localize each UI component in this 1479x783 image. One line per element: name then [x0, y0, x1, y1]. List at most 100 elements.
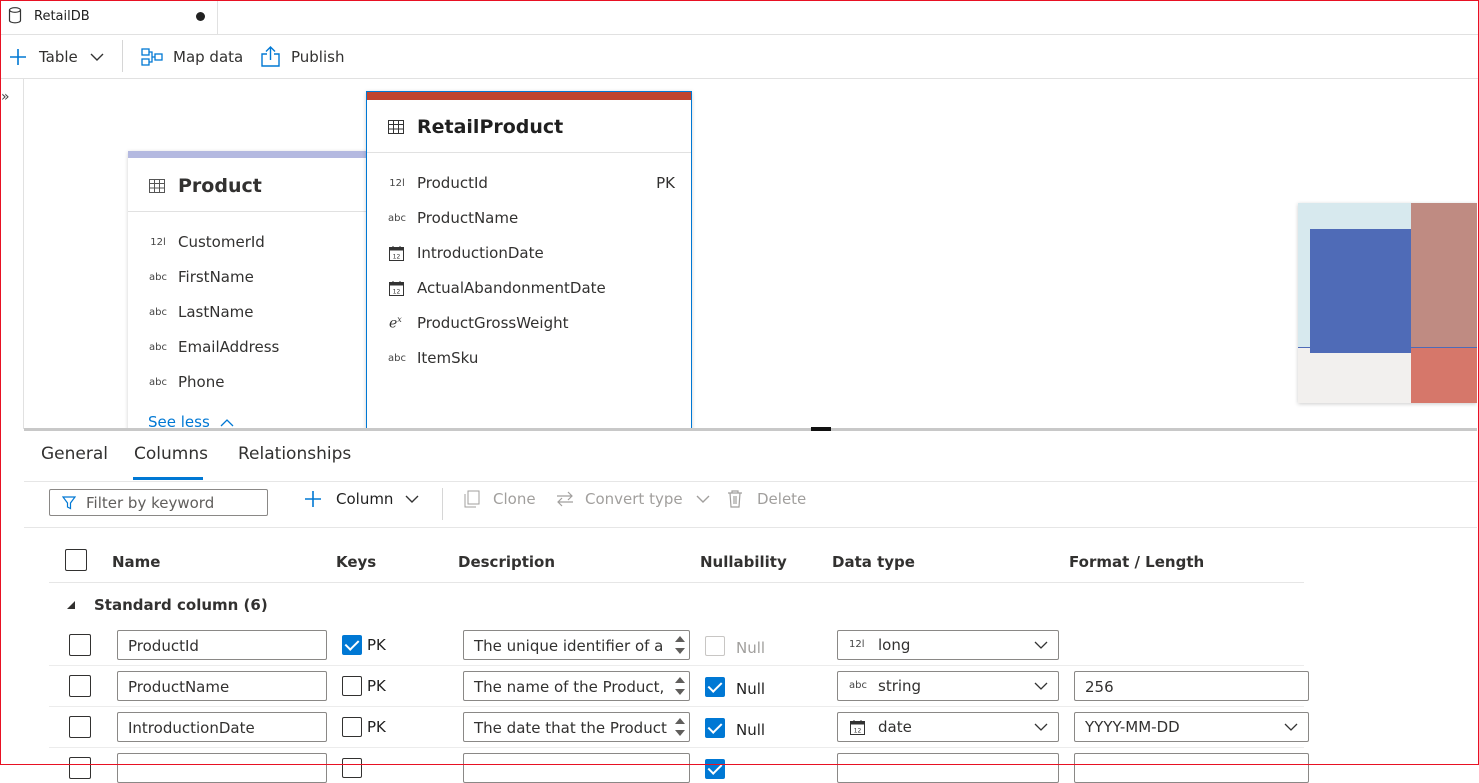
row-select-checkbox[interactable]	[69, 675, 91, 697]
calendar-icon: 12	[389, 245, 404, 261]
publish-label: Publish	[291, 47, 345, 66]
null-label: Null	[736, 721, 766, 739]
scroll-arrows-icon[interactable]	[673, 632, 687, 658]
data-type-value: string	[878, 677, 922, 695]
description-field[interactable]: The name of the Product,	[463, 671, 690, 701]
string-type-icon: abc	[149, 271, 167, 283]
pk-checkbox[interactable]	[342, 717, 362, 737]
chevron-down-icon	[405, 495, 419, 503]
length-field[interactable]: 256	[1074, 671, 1309, 701]
string-type-icon: abc	[149, 341, 167, 353]
add-column-label: Column	[336, 490, 394, 508]
string-type-icon: abc	[149, 376, 167, 388]
minimap-viewport-line	[1298, 347, 1477, 348]
svg-text:12: 12	[854, 728, 862, 735]
convert-type-label: Convert type	[585, 490, 683, 508]
convert-type-button[interactable]: Convert type	[556, 490, 710, 508]
integer-type-icon: 12l	[849, 639, 865, 650]
string-type-icon: abc	[849, 680, 867, 691]
null-checkbox[interactable]	[705, 677, 725, 697]
pk-label: PK	[367, 636, 386, 654]
group-label: Standard column (6)	[94, 596, 268, 614]
scroll-arrows-icon[interactable]	[673, 673, 687, 699]
date-format-dropdown[interactable]	[1074, 753, 1309, 783]
clone-button[interactable]: Clone	[464, 490, 536, 508]
null-label: Null	[736, 680, 766, 698]
row-select-checkbox[interactable]	[69, 716, 91, 738]
row-select-checkbox[interactable]	[69, 757, 91, 779]
minimap-lower-block	[1411, 348, 1477, 403]
column-name: Phone	[178, 373, 225, 391]
pk-checkbox[interactable]	[342, 676, 362, 696]
null-checkbox[interactable]	[705, 636, 725, 656]
chevron-down-icon	[1034, 723, 1048, 731]
string-type-icon: abc	[149, 306, 167, 318]
add-column-button[interactable]: Column	[304, 490, 419, 508]
delete-button[interactable]: Delete	[727, 490, 806, 508]
tab-columns[interactable]: Columns	[134, 444, 208, 464]
filter-input[interactable]	[84, 493, 263, 513]
column-name-field[interactable]	[117, 753, 327, 783]
data-type-value: date	[878, 718, 912, 736]
header-divider	[49, 582, 1304, 583]
column-name-field[interactable]: ProductName	[117, 671, 327, 701]
integer-type-icon: 12l	[150, 236, 166, 248]
column-name-field[interactable]: ProductId	[117, 630, 327, 660]
data-type-dropdown[interactable]	[837, 753, 1059, 783]
description-field[interactable]	[463, 753, 690, 783]
column-name: ProductName	[417, 209, 519, 227]
card-divider	[128, 211, 388, 212]
canvas-minimap[interactable]	[1298, 203, 1477, 403]
delete-label: Delete	[757, 490, 807, 508]
header-description: Description	[458, 553, 556, 571]
primary-key-badge: PK	[656, 174, 675, 192]
document-tab[interactable]: RetailDB	[1, 1, 218, 34]
pk-checkbox[interactable]	[342, 635, 362, 655]
row-select-checkbox[interactable]	[69, 634, 91, 656]
see-less-link[interactable]: See less	[148, 413, 234, 428]
column-name: ActualAbandonmentDate	[417, 279, 606, 297]
product-table-card[interactable]: Product 12l CustomerId abc FirstName abc La…	[128, 151, 388, 428]
column-name: ProductId	[417, 174, 488, 192]
pk-label: PK	[367, 718, 386, 736]
null-checkbox[interactable]	[705, 759, 725, 779]
calendar-icon: 12	[850, 720, 865, 735]
scroll-arrows-icon[interactable]	[673, 714, 687, 740]
filter-icon	[62, 496, 76, 510]
header-nullability: Nullability	[700, 553, 787, 571]
tab-general[interactable]: General	[41, 444, 108, 464]
design-canvas[interactable]: Product 12l CustomerId abc FirstName abc La…	[24, 79, 1477, 428]
row-divider	[49, 706, 1304, 707]
description-field[interactable]: The date that the Product	[463, 712, 690, 742]
pk-checkbox[interactable]	[342, 758, 362, 778]
expand-chevrons-icon[interactable]: »	[1, 89, 10, 105]
row-divider	[49, 665, 1304, 666]
date-format-value: YYYY-MM-DD	[1085, 718, 1180, 736]
filter-box[interactable]	[49, 489, 268, 516]
integer-type-icon: 12l	[389, 177, 405, 189]
see-less-label: See less	[148, 413, 210, 428]
description-field[interactable]: The unique identifier of a	[463, 630, 690, 660]
data-type-dropdown[interactable]: abc string	[837, 671, 1059, 701]
toolbar-separator	[442, 488, 443, 520]
retailproduct-table-card[interactable]: RetailProduct 12l ProductId PK abc Produ…	[366, 91, 692, 428]
minimap-retailproduct-block	[1411, 203, 1477, 348]
date-format-dropdown[interactable]: YYYY-MM-DD	[1074, 712, 1309, 742]
chevron-down-icon	[1034, 682, 1048, 690]
svg-text:12: 12	[393, 253, 401, 260]
map-data-button[interactable]: Map data	[141, 35, 243, 78]
add-table-button[interactable]: Table	[9, 35, 104, 78]
publish-button[interactable]: Publish	[260, 35, 344, 78]
tab-relationships[interactable]: Relationships	[238, 444, 351, 464]
description-text: The date that the Product	[474, 719, 667, 737]
clone-icon	[464, 490, 480, 508]
column-name-field[interactable]: IntroductionDate	[117, 712, 327, 742]
properties-panel: General Columns Relationships Column Clo…	[24, 431, 1477, 783]
select-all-checkbox[interactable]	[65, 549, 87, 571]
null-checkbox[interactable]	[705, 718, 725, 738]
plus-icon	[305, 491, 321, 507]
retailproduct-column-row[interactable]: 12l ProductId PK	[367, 172, 691, 194]
data-type-dropdown[interactable]: 12 date	[837, 712, 1059, 742]
data-type-dropdown[interactable]: 12l long	[837, 630, 1059, 660]
trash-icon	[728, 490, 742, 508]
